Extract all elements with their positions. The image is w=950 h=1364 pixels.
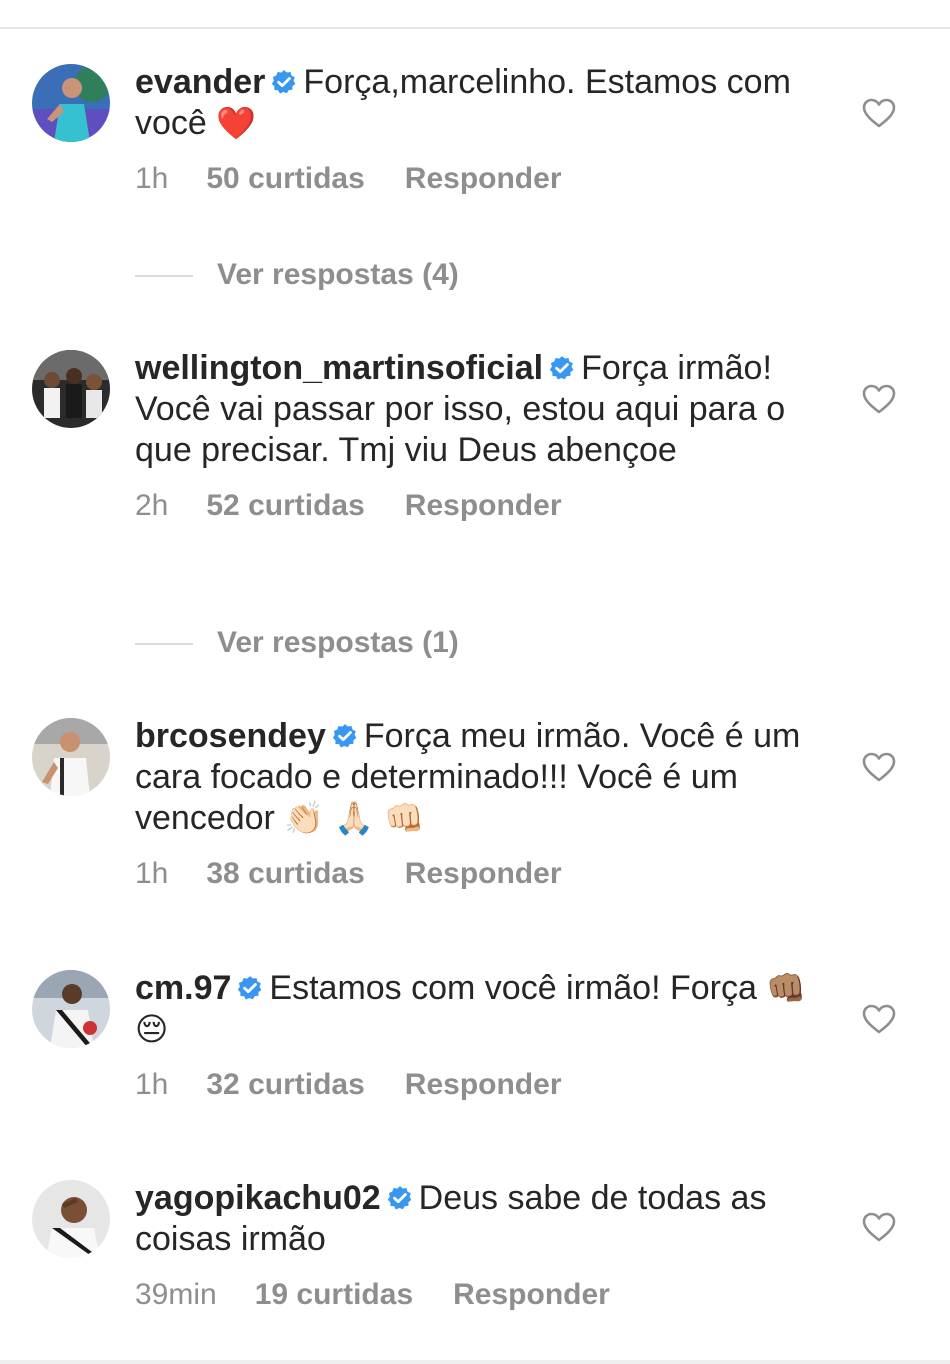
avatar[interactable] <box>32 970 110 1048</box>
comment-meta: 1h 32 curtidas Responder <box>135 1068 825 1102</box>
comment-body: cm.97 Estamos com você irmão! Força 👊🏽 😔 … <box>135 968 825 1102</box>
avatar[interactable] <box>32 718 110 796</box>
username[interactable]: cm.97 <box>135 969 231 1007</box>
comment-text: evander Força,marcelinho. Estamos com voc… <box>135 62 825 144</box>
username[interactable]: brcosendey <box>135 717 326 755</box>
heart-emoji: ❤️ <box>216 104 257 142</box>
comment-body: evander Força,marcelinho. Estamos com voc… <box>135 62 825 196</box>
avatar[interactable] <box>32 1180 110 1258</box>
view-replies-button[interactable]: Ver respostas (4) <box>135 258 459 292</box>
comment-meta: 1h 38 curtidas Responder <box>135 857 825 891</box>
comment-meta: 2h 52 curtidas Responder <box>135 489 825 523</box>
heart-outline-icon[interactable] <box>862 1004 896 1034</box>
comment-meta: 1h 50 curtidas Responder <box>135 162 825 196</box>
view-replies-button[interactable]: Ver respostas (1) <box>135 626 459 660</box>
comment-text: wellington_martinsoficial Força irmão! Vo… <box>135 348 825 471</box>
verified-badge-icon <box>387 1186 412 1210</box>
emoji-reactions: 👏🏻 🙏🏻 👊🏻 <box>284 799 425 837</box>
comment-text: brcosendey Força meu irmão. Você é um car… <box>135 716 825 839</box>
reply-button[interactable]: Responder <box>405 857 562 890</box>
comment-body: brcosendey Força meu irmão. Você é um car… <box>135 716 825 891</box>
comment-time: 1h <box>135 857 169 890</box>
likes-count[interactable]: 52 curtidas <box>206 489 364 522</box>
comment-time: 1h <box>135 162 169 195</box>
comment-meta: 39min 19 curtidas Responder <box>135 1278 825 1312</box>
comment-text: yagopikachu02 Deus sabe de todas as coisa… <box>135 1178 825 1260</box>
heart-outline-icon[interactable] <box>862 98 896 128</box>
comment-body: wellington_martinsoficial Força irmão! Vo… <box>135 348 825 523</box>
comment-message: Estamos com você irmão! Força <box>269 969 757 1007</box>
comment-body: yagopikachu02 Deus sabe de todas as coisa… <box>135 1178 825 1312</box>
top-divider <box>0 0 950 29</box>
likes-count[interactable]: 50 curtidas <box>206 162 364 195</box>
view-replies-label[interactable]: Ver respostas (1) <box>217 626 459 659</box>
comment-time: 39min <box>135 1278 217 1311</box>
verified-badge-icon <box>332 724 357 748</box>
likes-count[interactable]: 19 curtidas <box>255 1278 413 1311</box>
comment-time: 1h <box>135 1068 169 1101</box>
reply-button[interactable]: Responder <box>405 1068 562 1101</box>
verified-badge-icon <box>238 976 262 1000</box>
reply-button[interactable]: Responder <box>405 162 562 195</box>
heart-outline-icon[interactable] <box>862 1212 896 1242</box>
replies-divider <box>135 643 193 646</box>
avatar[interactable] <box>32 64 110 142</box>
heart-outline-icon[interactable] <box>862 384 896 414</box>
verified-badge-icon <box>549 356 574 380</box>
comment-time: 2h <box>135 489 169 522</box>
likes-count[interactable]: 38 curtidas <box>206 857 364 890</box>
avatar[interactable] <box>32 350 110 428</box>
comment-text: cm.97 Estamos com você irmão! Força 👊🏽 😔 <box>135 968 825 1050</box>
view-replies-label[interactable]: Ver respostas (4) <box>217 258 459 291</box>
bottom-divider <box>0 1360 950 1364</box>
verified-badge-icon <box>272 70 296 94</box>
likes-count[interactable]: 32 curtidas <box>206 1068 364 1101</box>
reply-button[interactable]: Responder <box>405 489 562 522</box>
username[interactable]: evander <box>135 63 265 101</box>
username[interactable]: yagopikachu02 <box>135 1179 381 1217</box>
reply-button[interactable]: Responder <box>453 1278 610 1311</box>
replies-divider <box>135 275 193 278</box>
heart-outline-icon[interactable] <box>862 752 896 782</box>
username[interactable]: wellington_martinsoficial <box>135 349 543 387</box>
